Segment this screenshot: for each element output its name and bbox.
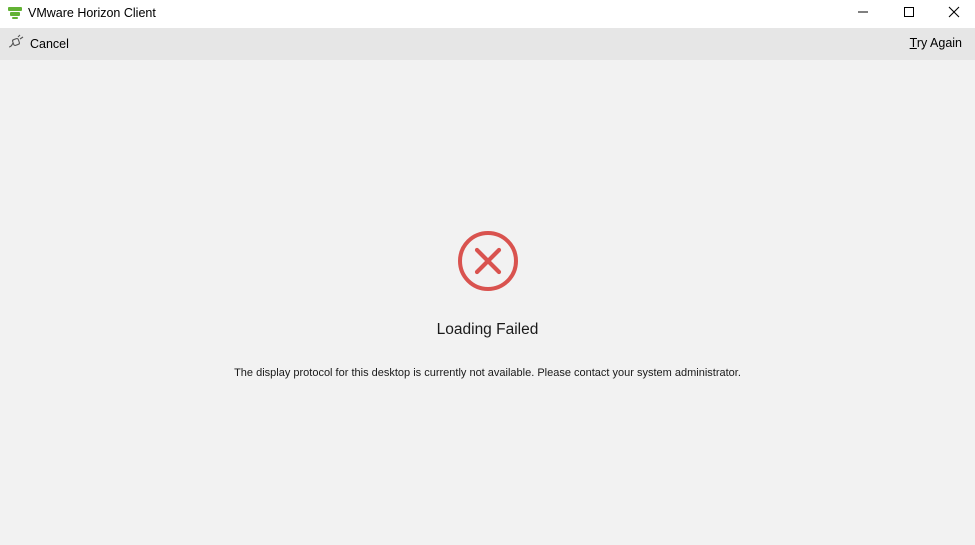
cancel-button[interactable]: Cancel xyxy=(8,34,69,54)
error-x-circle-icon xyxy=(456,229,520,293)
vmware-horizon-icon xyxy=(8,6,22,20)
disconnect-plug-icon xyxy=(8,34,26,55)
toolbar: Cancel Try Again xyxy=(0,28,975,60)
minimize-button[interactable] xyxy=(840,0,886,28)
try-again-button[interactable]: Try Again xyxy=(910,36,962,50)
window-title: VMware Horizon Client xyxy=(28,6,156,20)
main-content: Loading Failed The display protocol for … xyxy=(0,60,975,545)
maximize-button[interactable] xyxy=(886,0,932,28)
cancel-label: Cancel xyxy=(30,37,69,51)
try-again-label: ry Again xyxy=(916,36,962,50)
title-bar: VMware Horizon Client xyxy=(0,0,975,28)
status-message: The display protocol for this desktop is… xyxy=(234,367,741,379)
close-icon xyxy=(948,5,960,23)
minimize-icon xyxy=(857,5,869,23)
close-button[interactable] xyxy=(931,0,975,28)
status-title: Loading Failed xyxy=(436,321,539,338)
maximize-icon xyxy=(903,5,915,23)
try-again-mnemonic: T xyxy=(909,36,917,50)
